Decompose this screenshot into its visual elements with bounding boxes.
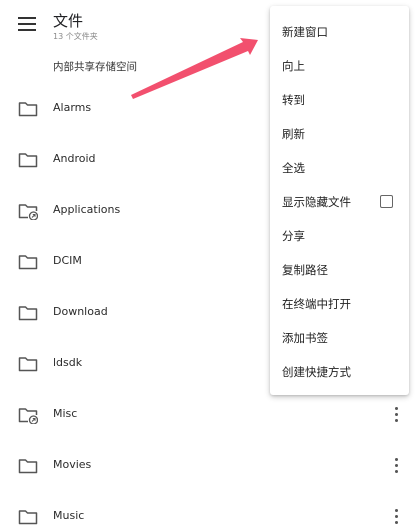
file-name: Music bbox=[53, 509, 85, 522]
menu-item-up[interactable]: 向上 bbox=[270, 49, 409, 83]
folder-icon bbox=[18, 153, 38, 168]
folder-icon bbox=[18, 510, 38, 525]
menu-item-share[interactable]: 分享 bbox=[270, 219, 409, 253]
menu-item-label: 分享 bbox=[282, 229, 305, 243]
menu-item-label: 全选 bbox=[282, 161, 305, 175]
folder-icon bbox=[18, 255, 38, 270]
menu-item-select-all[interactable]: 全选 bbox=[270, 151, 409, 185]
file-name: Applications bbox=[53, 203, 121, 216]
menu-item-copy-path[interactable]: 复制路径 bbox=[270, 253, 409, 287]
menu-item-label: 向上 bbox=[282, 59, 305, 73]
folder-icon bbox=[18, 459, 38, 474]
menu-item-label: 创建快捷方式 bbox=[282, 365, 351, 379]
show-hidden-files-checkbox[interactable] bbox=[380, 195, 393, 208]
menu-item-label: 新建窗口 bbox=[282, 25, 328, 39]
file-name: DCIM bbox=[53, 254, 82, 267]
file-name: Misc bbox=[53, 407, 78, 420]
menu-item-new-window[interactable]: 新建窗口 bbox=[270, 15, 409, 49]
folder-shortcut-icon bbox=[18, 408, 38, 424]
more-vert-icon[interactable] bbox=[393, 509, 399, 525]
menu-item-refresh[interactable]: 刷新 bbox=[270, 117, 409, 151]
file-name: Alarms bbox=[53, 101, 92, 114]
file-row-movies[interactable]: Movies bbox=[0, 441, 417, 492]
file-row-music[interactable]: Music bbox=[0, 492, 417, 527]
folder-count: 13 个文件夹 bbox=[53, 32, 98, 41]
menu-item-label: 显示隐藏文件 bbox=[282, 195, 351, 209]
more-vert-icon[interactable] bbox=[393, 458, 399, 474]
menu-item-label: 添加书签 bbox=[282, 331, 328, 345]
folder-shortcut-icon bbox=[18, 204, 38, 220]
more-vert-icon[interactable] bbox=[393, 407, 399, 423]
menu-item-show-hidden-files[interactable]: 显示隐藏文件 bbox=[270, 185, 409, 219]
file-name: Download bbox=[53, 305, 108, 318]
menu-item-go-to[interactable]: 转到 bbox=[270, 83, 409, 117]
menu-item-open-in-terminal[interactable]: 在终端中打开 bbox=[270, 287, 409, 321]
folder-icon bbox=[18, 306, 38, 321]
menu-item-label: 刷新 bbox=[282, 127, 305, 141]
menu-item-add-bookmark[interactable]: 添加书签 bbox=[270, 321, 409, 355]
menu-item-label: 在终端中打开 bbox=[282, 297, 351, 311]
file-name: Movies bbox=[53, 458, 92, 471]
file-row-misc[interactable]: Misc bbox=[0, 390, 417, 441]
breadcrumb[interactable]: 内部共享存储空间 bbox=[53, 59, 137, 74]
menu-item-create-shortcut[interactable]: 创建快捷方式 bbox=[270, 355, 409, 389]
page-title: 文件 bbox=[53, 12, 84, 30]
folder-icon bbox=[18, 357, 38, 372]
file-name: ldsdk bbox=[53, 356, 83, 369]
menu-item-label: 复制路径 bbox=[282, 263, 328, 277]
overflow-context-menu: 新建窗口 向上 转到 刷新 全选 显示隐藏文件 分享 复制路径 在终端中打开 添… bbox=[270, 6, 409, 395]
folder-icon bbox=[18, 102, 38, 117]
file-name: Android bbox=[53, 152, 96, 165]
menu-item-label: 转到 bbox=[282, 93, 305, 107]
hamburger-menu-icon[interactable] bbox=[18, 17, 36, 31]
